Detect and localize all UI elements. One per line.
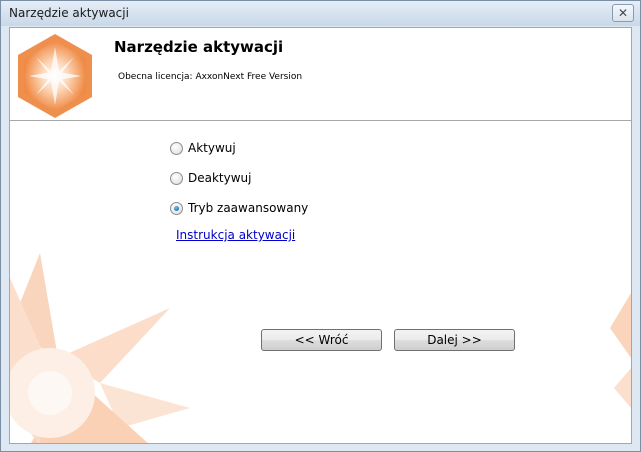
advanced-mode-radio[interactable] bbox=[170, 201, 183, 215]
deactivate-label: Deaktywuj bbox=[188, 171, 252, 185]
license-value: AxxonNext Free Version bbox=[195, 72, 303, 82]
header-divider bbox=[10, 120, 631, 121]
license-info: Obecna licencja: AxxonNext Free Version bbox=[118, 72, 302, 82]
option-activate[interactable]: Aktywuj bbox=[170, 140, 236, 156]
axxon-logo-icon bbox=[18, 34, 92, 118]
advanced-mode-label: Tryb zaawansowany bbox=[188, 201, 309, 215]
close-button[interactable]: ✕ bbox=[612, 4, 634, 22]
dialog-content: Narzędzie aktywacji Obecna licencja: Axx… bbox=[9, 27, 632, 444]
activate-radio[interactable] bbox=[170, 141, 183, 155]
header-title: Narzędzie aktywacji bbox=[114, 38, 284, 56]
activate-label: Aktywuj bbox=[188, 141, 236, 155]
option-advanced-mode[interactable]: Tryb zaawansowany bbox=[170, 200, 308, 216]
title-bar[interactable]: Narzędzie aktywacji ✕ bbox=[1, 1, 640, 26]
back-button[interactable]: << Wróć bbox=[261, 329, 382, 351]
deactivate-radio[interactable] bbox=[170, 171, 183, 185]
option-deactivate[interactable]: Deaktywuj bbox=[170, 170, 252, 186]
activation-instructions-link[interactable]: Instrukcja aktywacji bbox=[176, 228, 295, 242]
next-button[interactable]: Dalej >> bbox=[394, 329, 515, 351]
window-title: Narzędzie aktywacji bbox=[9, 6, 129, 20]
close-icon: ✕ bbox=[617, 6, 629, 20]
activation-window: Narzędzie aktywacji ✕ Narzędzie aktywacj… bbox=[0, 0, 641, 452]
license-label: Obecna licencja: bbox=[118, 72, 193, 82]
header-banner: Narzędzie aktywacji Obecna licencja: Axx… bbox=[10, 28, 631, 120]
